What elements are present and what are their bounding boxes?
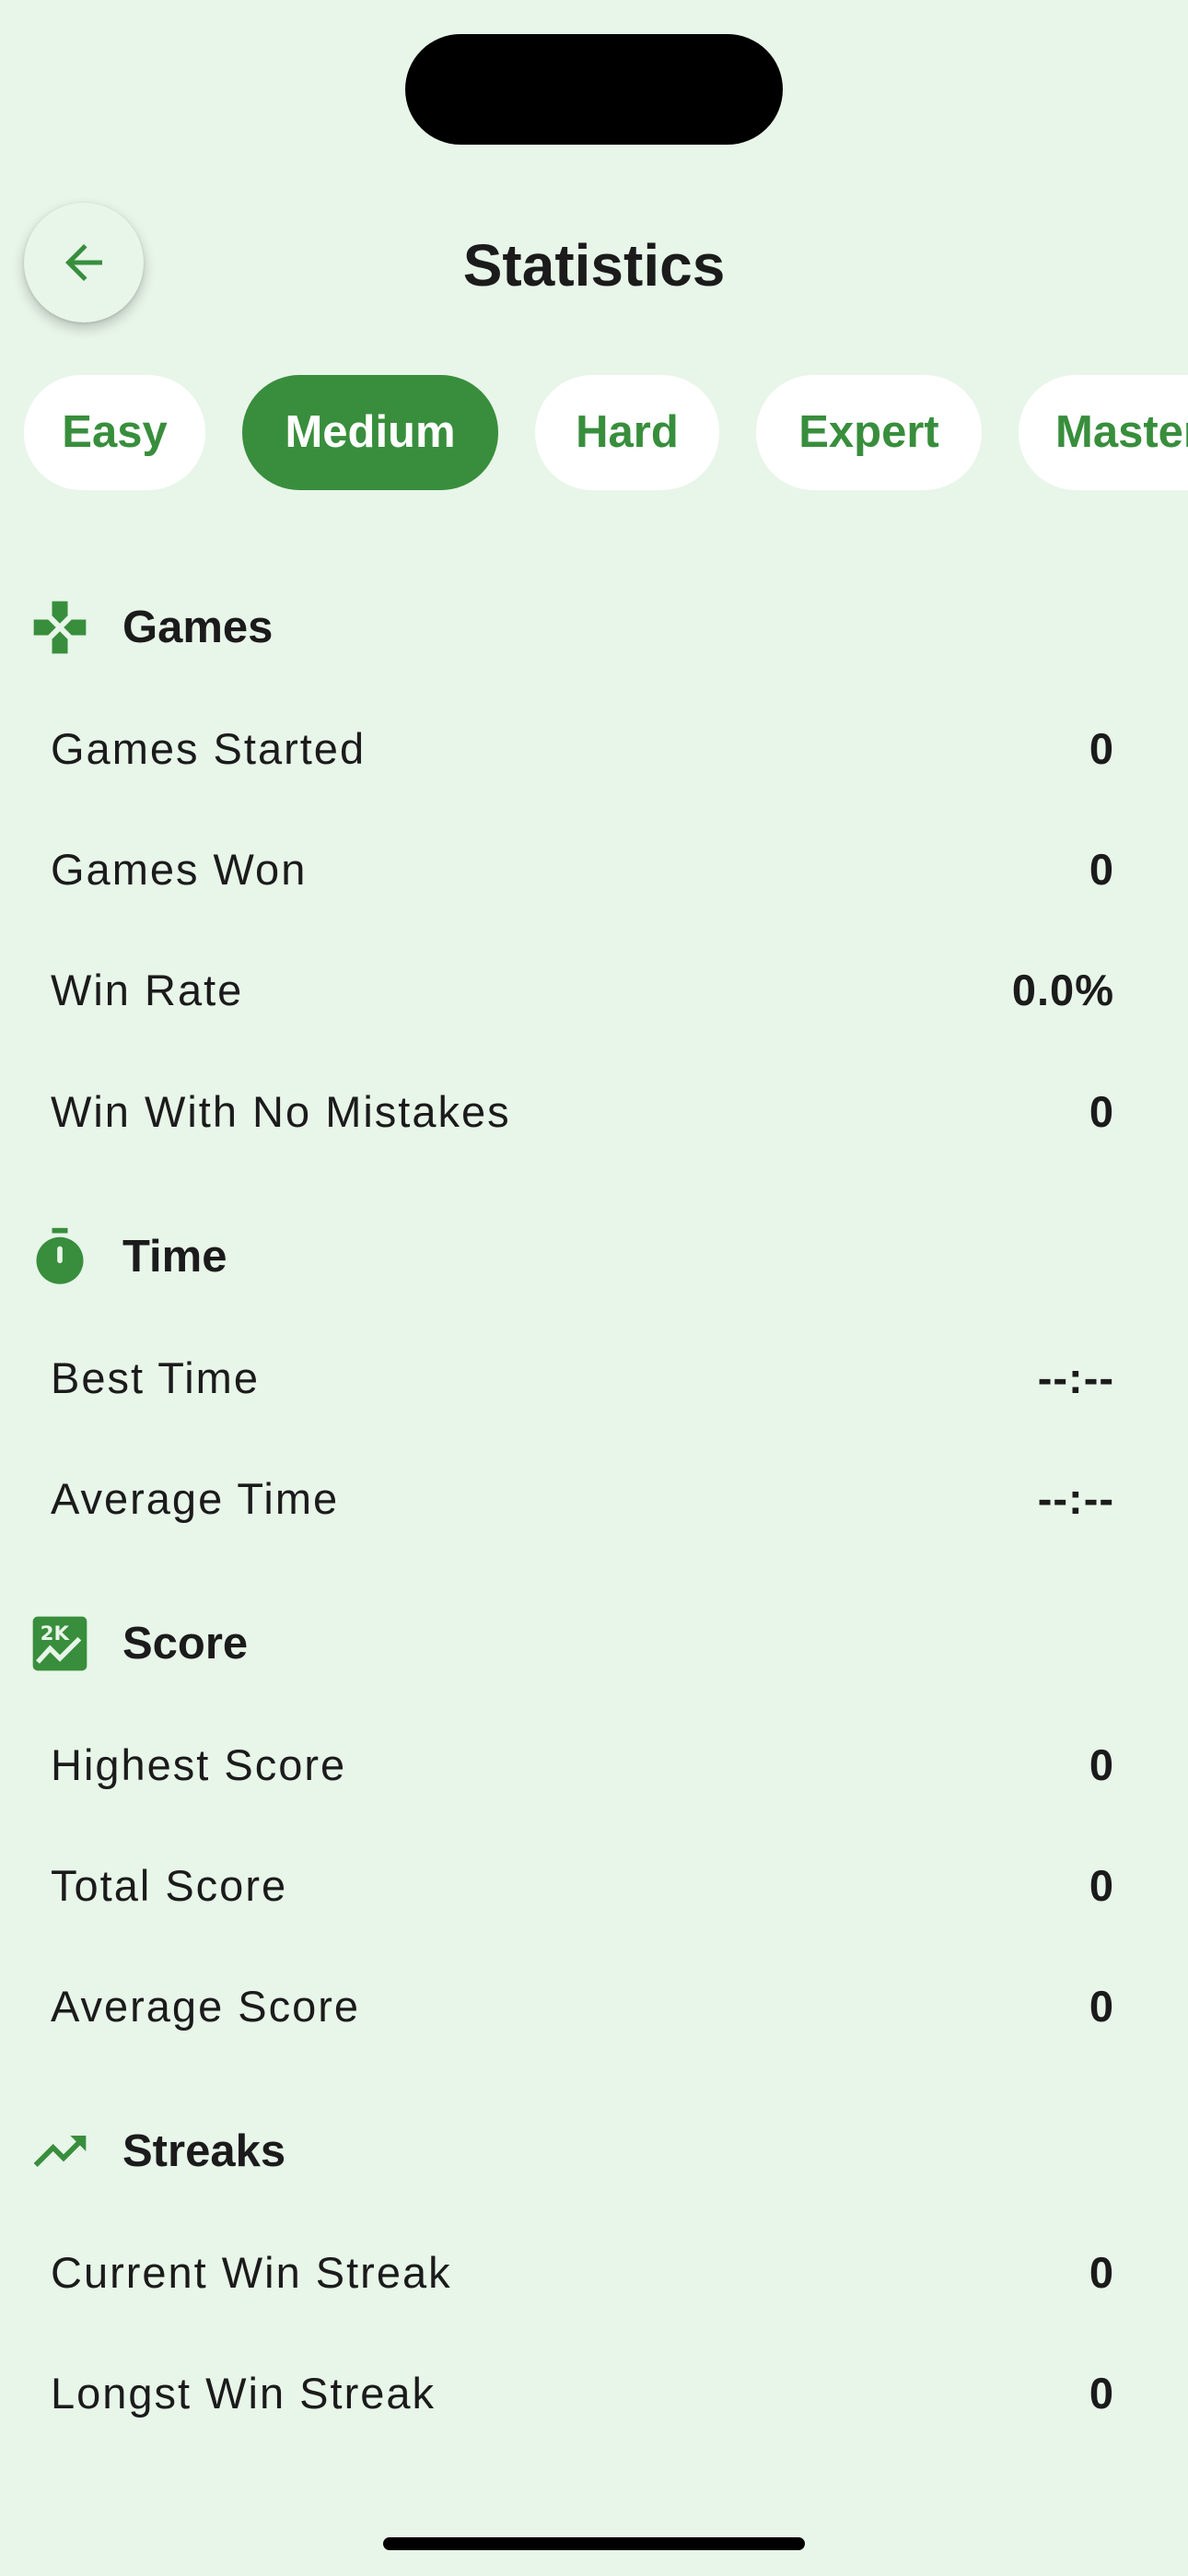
page-title: Statistics xyxy=(462,232,726,299)
stat-row-current-win-streak: Current Win Streak 0 xyxy=(51,2235,1114,2309)
home-indicator[interactable] xyxy=(383,2537,805,2550)
stat-row-total-score: Total Score 0 xyxy=(51,1848,1114,1922)
stat-value: 0 xyxy=(1089,723,1114,773)
stat-label: Games Started xyxy=(51,723,367,773)
stat-value: 0 xyxy=(1089,1739,1114,1789)
trending-up-icon xyxy=(28,2119,92,2184)
stat-row-average-time: Average Time --:-- xyxy=(51,1461,1114,1535)
section-title-games: Games xyxy=(122,603,274,652)
section-header-streaks: Streaks xyxy=(28,2110,285,2193)
stat-value: --:-- xyxy=(1037,1473,1114,1523)
stat-label: Current Win Streak xyxy=(51,2247,452,2297)
stat-label: Win With No Mistakes xyxy=(51,1086,511,1136)
stat-label: Average Time xyxy=(51,1473,340,1523)
difficulty-tabs: Easy Medium Hard Expert Master xyxy=(0,375,1188,490)
tab-easy[interactable]: Easy xyxy=(24,375,205,490)
stat-value: 0 xyxy=(1089,844,1114,894)
stat-label: Win Rate xyxy=(51,965,244,1014)
stat-row-games-won: Games Won 0 xyxy=(51,832,1114,906)
tab-expert[interactable]: Expert xyxy=(756,375,982,490)
stat-value: 0 xyxy=(1089,1981,1114,2031)
section-title-time: Time xyxy=(122,1232,227,1282)
section-header-games: Games xyxy=(28,586,273,669)
stat-row-average-score: Average Score 0 xyxy=(51,1969,1114,2043)
gamepad-icon xyxy=(28,595,92,660)
stat-value: 0 xyxy=(1089,2368,1114,2418)
stat-row-games-started: Games Started 0 xyxy=(51,711,1114,785)
stat-value: --:-- xyxy=(1037,1352,1114,1402)
score-chart-icon: 2K xyxy=(28,1611,92,1676)
stat-row-win-rate: Win Rate 0.0% xyxy=(51,953,1114,1026)
stat-row-longest-win-streak: Longst Win Streak 0 xyxy=(51,2356,1114,2430)
stat-label: Best Time xyxy=(51,1352,260,1402)
stat-value: 0 xyxy=(1089,1860,1114,1910)
stat-label: Highest Score xyxy=(51,1739,347,1789)
dynamic-island xyxy=(405,34,783,145)
svg-text:2K: 2K xyxy=(41,1622,71,1645)
stat-value: 0 xyxy=(1089,2247,1114,2297)
section-title-streaks: Streaks xyxy=(122,2126,286,2176)
tab-hard[interactable]: Hard xyxy=(535,375,719,490)
stat-label: Longst Win Streak xyxy=(51,2368,437,2418)
stat-label: Average Score xyxy=(51,1981,361,2031)
stat-label: Total Score xyxy=(51,1860,288,1910)
section-title-score: Score xyxy=(122,1619,249,1669)
tab-master[interactable]: Master xyxy=(1019,375,1188,490)
section-header-time: Time xyxy=(28,1215,227,1298)
stat-row-highest-score: Highest Score 0 xyxy=(51,1727,1114,1801)
stat-value: 0.0% xyxy=(1011,965,1114,1014)
stat-label: Games Won xyxy=(51,844,308,894)
stat-row-best-time: Best Time --:-- xyxy=(51,1341,1114,1414)
tab-medium[interactable]: Medium xyxy=(242,375,498,490)
stat-value: 0 xyxy=(1089,1086,1114,1136)
section-header-score: 2K Score xyxy=(28,1602,248,1685)
stat-row-win-no-mistakes: Win With No Mistakes 0 xyxy=(51,1074,1114,1148)
stopwatch-icon xyxy=(28,1224,92,1289)
